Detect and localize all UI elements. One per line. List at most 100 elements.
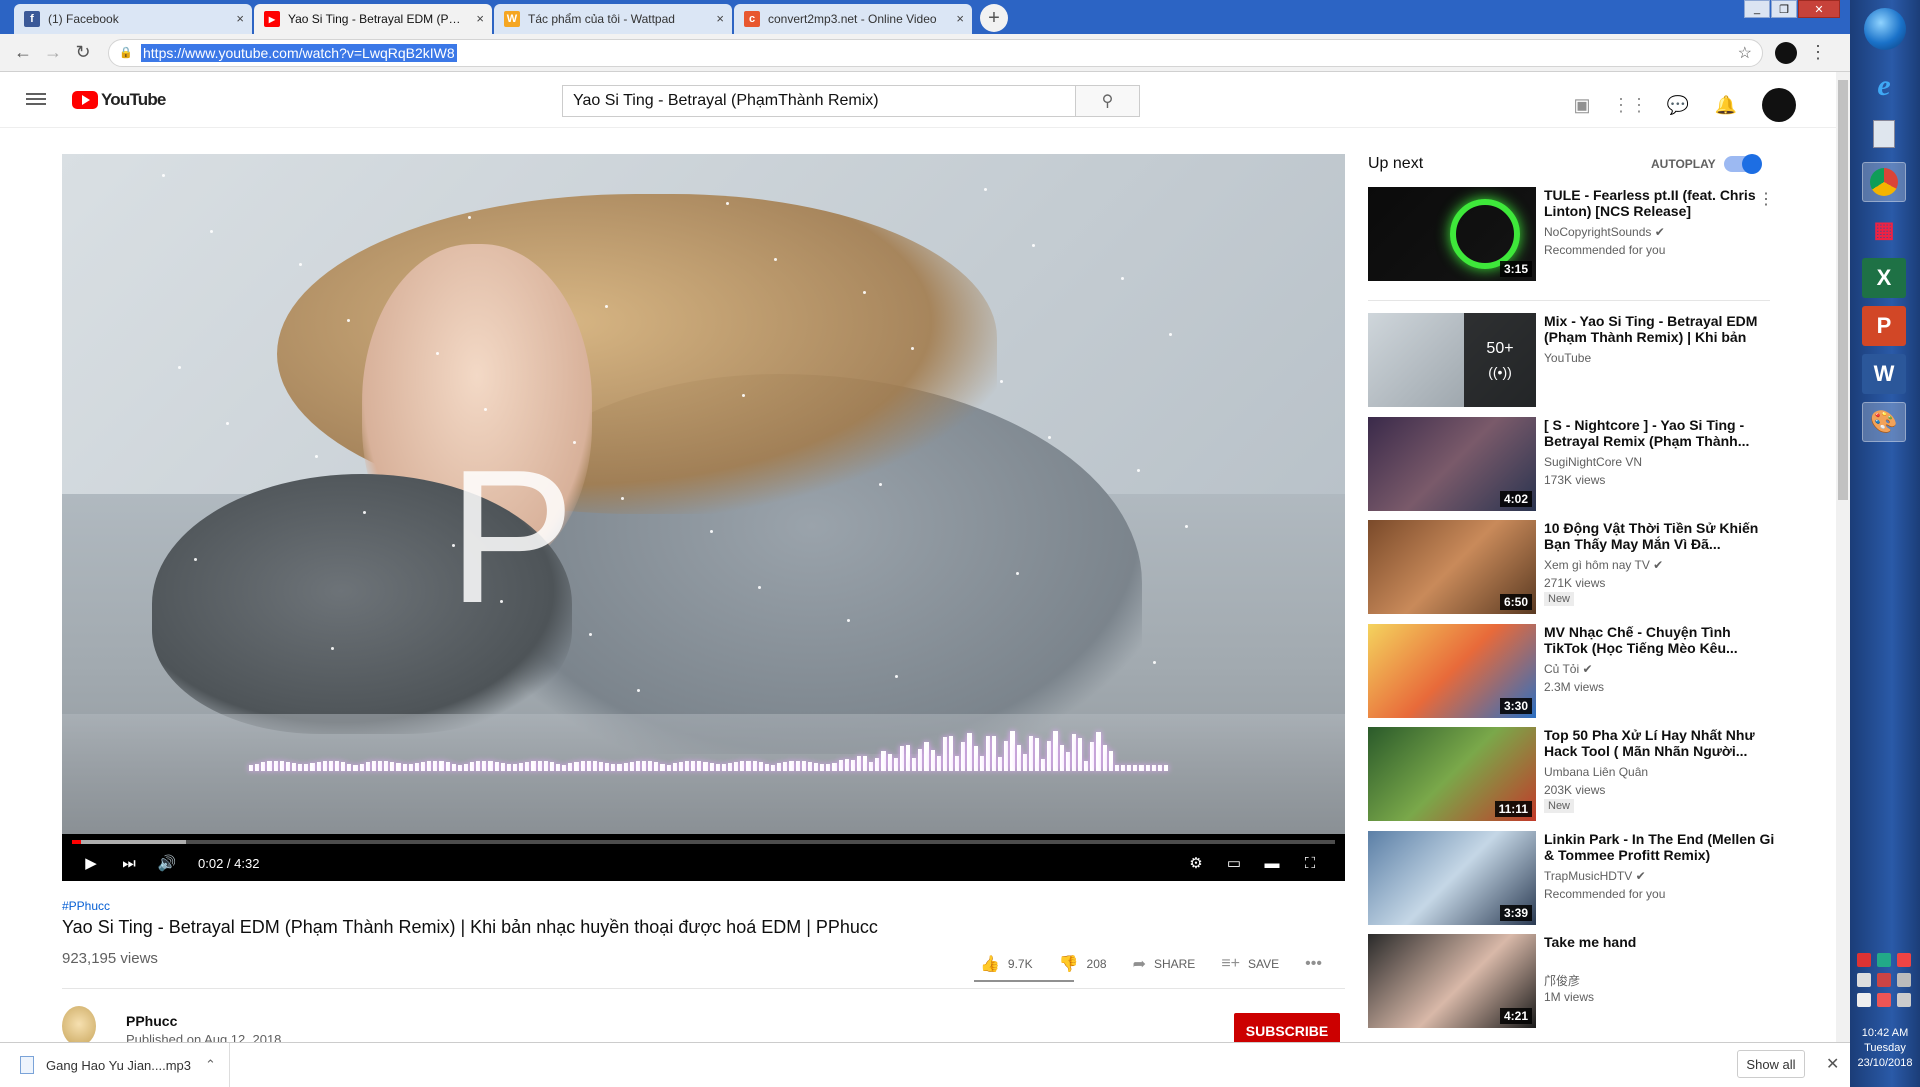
video-thumbnail[interactable]: 50+ ((•)) [1368, 313, 1536, 407]
guide-menu-icon[interactable] [26, 90, 46, 110]
recommended-video[interactable]: 4:21 Take me hand 邝俊彦 1M views [1368, 934, 1808, 1030]
volume-button[interactable]: 🔊 [152, 851, 182, 875]
volume-icon[interactable] [1897, 993, 1911, 1007]
url-text[interactable]: https://www.youtube.com/watch?v=LwqRqB2k… [141, 43, 457, 62]
recommended-title[interactable]: Linkin Park - In The End (Mellen Gi & To… [1544, 831, 1776, 863]
video-thumbnail[interactable]: 3:30 [1368, 624, 1536, 718]
video-thumbnail[interactable]: 4:02 [1368, 417, 1536, 511]
channel-name[interactable]: PPhucc [126, 1013, 177, 1029]
search-input[interactable] [563, 86, 1075, 116]
search-button[interactable]: ⚲ [1075, 86, 1139, 116]
taskbar-clock[interactable]: 10:42 AM Tuesday 23/10/2018 [1850, 1026, 1920, 1071]
messages-icon[interactable]: 💬 [1666, 93, 1690, 117]
autoplay-toggle[interactable] [1724, 154, 1762, 174]
close-window-button[interactable]: ✕ [1798, 0, 1840, 18]
theater-mode-button[interactable]: ▬ [1257, 851, 1287, 875]
fullscreen-button[interactable]: ⛶ [1295, 851, 1325, 875]
tab-convert2mp3[interactable]: c convert2mp3.net - Online Video × [734, 4, 972, 34]
browser-menu-icon[interactable]: ⋮ [1809, 42, 1827, 63]
recommended-video[interactable]: 3:30 MV Nhạc Chế - Chuyện Tình TikTok (Họ… [1368, 624, 1808, 720]
tab-wattpad[interactable]: W Tác phẩm của tôi - Wattpad × [494, 4, 732, 34]
recommended-title[interactable]: Mix - Yao Si Ting - Betrayal EDM (Phạm T… [1544, 313, 1776, 345]
recommended-video[interactable]: 3:15 TULE - Fearless pt.II (feat. Chris L… [1368, 187, 1808, 283]
video-thumbnail[interactable]: 3:39 [1368, 831, 1536, 925]
internet-explorer-icon[interactable]: e [1862, 66, 1906, 106]
close-tab-icon[interactable]: × [236, 11, 244, 26]
video-thumbnail[interactable]: 11:11 [1368, 727, 1536, 821]
paint-icon[interactable]: 🎨 [1862, 402, 1906, 442]
recommended-title[interactable]: TULE - Fearless pt.II (feat. Chris Linto… [1544, 187, 1776, 219]
recommended-video[interactable]: 11:11 Top 50 Pha Xử Lí Hay Nhất Như Hack … [1368, 727, 1808, 823]
minimize-button[interactable]: _ [1744, 0, 1770, 18]
youtube-logo[interactable]: YouTube [72, 90, 166, 110]
settings-gear-icon[interactable]: ⚙ [1181, 851, 1211, 875]
video-thumbnail[interactable]: 3:15 [1368, 187, 1536, 281]
next-button[interactable]: ⏭ [114, 851, 144, 875]
dislike-button[interactable]: 👎 208 [1059, 954, 1107, 974]
recommended-title[interactable]: Top 50 Pha Xử Lí Hay Nhất Như Hack Tool … [1544, 727, 1776, 759]
recommended-channel: Xem gì hôm nay TV ✔ [1544, 558, 1664, 572]
more-actions-button[interactable]: ••• [1305, 955, 1330, 973]
start-button[interactable] [1864, 8, 1906, 50]
chrome-icon[interactable] [1862, 162, 1906, 202]
save-button[interactable]: ≡+ SAVE [1221, 955, 1279, 973]
address-bar[interactable]: 🔒 https://www.youtube.com/watch?v=LwqRqB… [108, 38, 1763, 67]
excel-icon[interactable]: X [1862, 258, 1906, 298]
video-thumbnail[interactable]: 4:21 [1368, 934, 1536, 1028]
tray-icon[interactable] [1877, 973, 1891, 987]
recommended-title[interactable]: 10 Động Vật Thời Tiền Sử Khiến Bạn Thấy … [1544, 520, 1776, 552]
forward-button[interactable]: → [40, 40, 66, 66]
video-player[interactable]: P ▶ ⏭ 🔊 0:02 / 4:32 ⚙ ▭ ▬ ⛶ [62, 154, 1345, 881]
more-options-icon[interactable]: ⋮ [1758, 189, 1774, 209]
close-tab-icon[interactable]: × [476, 11, 484, 26]
recommended-video[interactable]: 50+ ((•)) Mix - Yao Si Ting - Betrayal EDM… [1368, 313, 1808, 409]
like-button[interactable]: 👍 9.7K [980, 954, 1033, 974]
create-video-icon[interactable]: ▣ [1570, 93, 1594, 117]
close-tab-icon[interactable]: × [956, 11, 964, 26]
close-shelf-icon[interactable]: ✕ [1826, 1054, 1839, 1074]
reload-button[interactable]: ↻ [70, 40, 96, 66]
tray-icon[interactable] [1857, 953, 1871, 967]
channel-avatar[interactable] [62, 1006, 96, 1046]
profile-avatar[interactable] [1775, 41, 1797, 64]
new-tab-button[interactable]: + [980, 4, 1008, 32]
video-thumbnail[interactable]: 6:50 [1368, 520, 1536, 614]
recommended-video[interactable]: 6:50 10 Động Vật Thời Tiền Sử Khiến Bạn T… [1368, 520, 1808, 616]
recommended-title[interactable]: MV Nhạc Chế - Chuyện Tình TikTok (Học Ti… [1544, 624, 1776, 656]
show-all-button[interactable]: Show all [1737, 1050, 1805, 1078]
tray-icon[interactable] [1897, 973, 1911, 987]
hashtag-link[interactable]: #PPhucc [62, 899, 110, 913]
word-icon[interactable]: W [1862, 354, 1906, 394]
recommended-title[interactable]: Take me hand [1544, 934, 1776, 950]
apps-icon[interactable]: ⋮⋮ [1612, 93, 1648, 117]
tray-icon[interactable] [1877, 993, 1891, 1007]
calculator-icon[interactable] [1862, 114, 1906, 154]
play-button[interactable]: ▶ [76, 851, 106, 875]
page-scrollbar[interactable] [1836, 72, 1850, 1042]
miniplayer-button[interactable]: ▭ [1219, 851, 1249, 875]
restore-button[interactable]: ❐ [1771, 0, 1797, 18]
close-tab-icon[interactable]: × [716, 11, 724, 26]
share-button[interactable]: ➦ SHARE [1133, 954, 1196, 974]
bookmark-star-icon[interactable]: ☆ [1738, 43, 1752, 63]
tab-facebook[interactable]: f (1) Facebook × [14, 4, 252, 34]
video-frame[interactable]: P [62, 154, 1345, 834]
chevron-up-icon[interactable]: ⌃ [205, 1057, 216, 1073]
visualizer-bar [623, 762, 628, 771]
progress-bar[interactable] [72, 840, 1335, 844]
account-avatar[interactable] [1762, 88, 1796, 122]
back-button[interactable]: ← [10, 40, 36, 66]
download-item[interactable]: Gang Hao Yu Jian....mp3 ⌃ [0, 1042, 230, 1087]
media-player-icon[interactable]: ▦ [1862, 210, 1906, 250]
tab-title: convert2mp3.net - Online Video [768, 12, 937, 26]
recommended-video[interactable]: 4:02 [ S - Nightcore ] - Yao Si Ting - Be… [1368, 417, 1808, 513]
notifications-icon[interactable]: 🔔 [1714, 93, 1738, 117]
recommended-title[interactable]: [ S - Nightcore ] - Yao Si Ting - Betray… [1544, 417, 1776, 449]
network-icon[interactable] [1857, 993, 1871, 1007]
recommended-video[interactable]: 3:39 Linkin Park - In The End (Mellen Gi … [1368, 831, 1808, 927]
tray-icon[interactable] [1897, 953, 1911, 967]
powerpoint-icon[interactable]: P [1862, 306, 1906, 346]
tray-icon[interactable] [1877, 953, 1891, 967]
tray-icon[interactable] [1857, 973, 1871, 987]
tab-youtube[interactable]: ▶ Yao Si Ting - Betrayal EDM (Phạm × [254, 4, 492, 34]
